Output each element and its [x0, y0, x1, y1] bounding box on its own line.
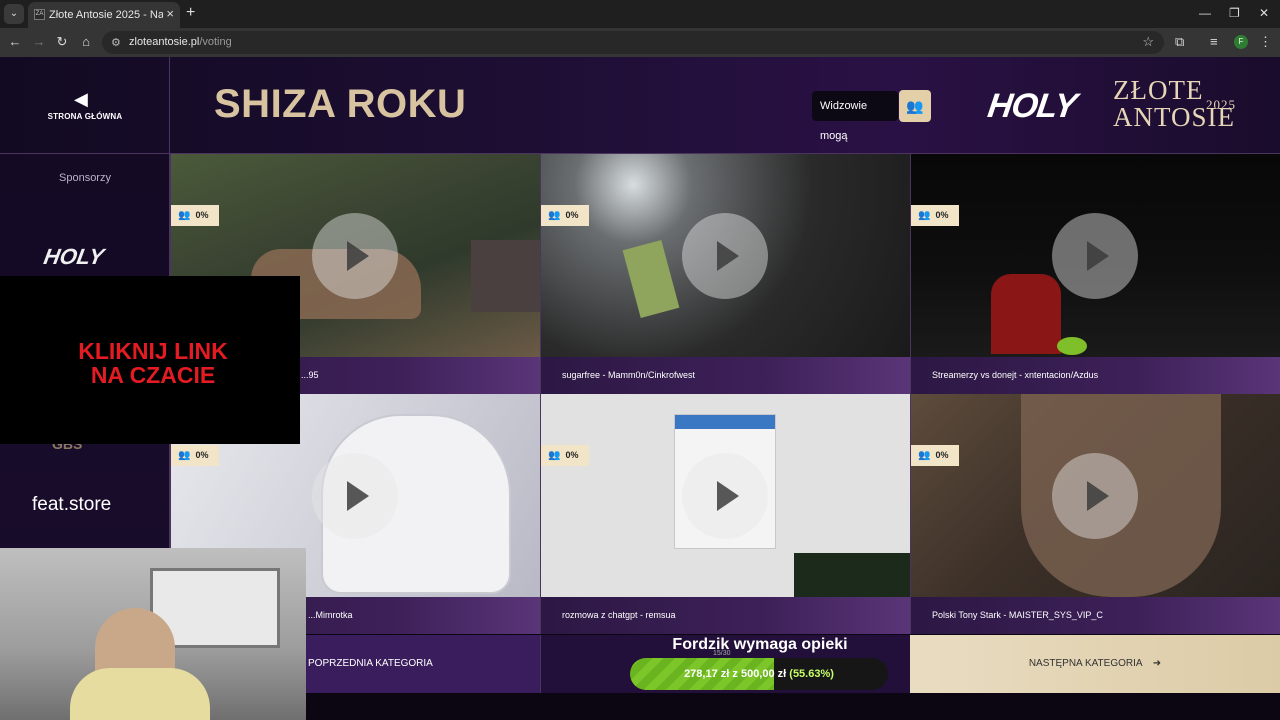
next-category-label: NASTĘPNA KATEGORIA	[1028, 658, 1142, 669]
vote-percent: 0%	[195, 210, 209, 220]
nominee-card[interactable]: 👥 0% sugarfree - Mamm0n/Cinkrofwest	[540, 154, 910, 394]
streamer-webcam-overlay	[0, 548, 306, 720]
donation-title: Fordzik wymaga opieki	[672, 636, 848, 653]
media-controls-icon[interactable]: ≡	[1210, 34, 1218, 49]
tab-title: Złote Antosie 2025 - Największ	[49, 9, 163, 21]
person-image	[991, 274, 1061, 354]
play-icon[interactable]	[1052, 453, 1138, 539]
viewers-label: Widzowie mogą	[812, 91, 898, 142]
zlote-antosie-logo: ZŁOTE ANTOSIE 2025	[1113, 77, 1235, 131]
users-icon: 👥	[548, 210, 561, 221]
back-icon[interactable]: ←	[6, 34, 24, 49]
profile-avatar[interactable]: F	[1234, 35, 1248, 49]
play-icon[interactable]	[682, 453, 768, 539]
nominee-caption[interactable]: rozmowa z chatgpt - remsua	[541, 597, 910, 634]
logo-year: 2025	[1206, 97, 1236, 112]
close-tab-icon[interactable]: ×	[166, 6, 174, 21]
home-back-label: STRONA GŁÓWNA	[47, 112, 123, 121]
streamer-cam-image	[471, 240, 540, 312]
vote-percent-badge: 👥 0%	[541, 205, 589, 226]
vote-percent: 0%	[935, 450, 949, 460]
arrow-left-icon: ◀	[74, 89, 88, 109]
category-title: SHIZA ROKU	[214, 82, 467, 126]
vote-percent-badge: 👥 0%	[171, 445, 219, 466]
vote-percent: 0%	[565, 210, 579, 220]
extensions-icon[interactable]: ⧉	[1175, 34, 1184, 50]
vote-percent: 0%	[195, 450, 209, 460]
browser-tab-bar: ⌄ ZA Złote Antosie 2025 - Największ × + …	[0, 0, 1280, 28]
nominee-caption[interactable]: sugarfree - Mamm0n/Cinkrofwest	[541, 357, 910, 394]
nominee-caption[interactable]: Polski Tony Stark - MAISTER_SYS_VIP_C	[911, 597, 1280, 634]
new-tab-icon[interactable]: +	[186, 4, 195, 22]
donation-goal: 500,00 zł	[740, 668, 787, 680]
promo-line1: KLIKNIJ LINK	[78, 338, 228, 364]
url-host: zloteantosie.pl	[129, 36, 200, 48]
donation-separator: z	[732, 668, 738, 680]
next-category-button[interactable]: NASTĘPNA KATEGORIA ➜	[910, 635, 1280, 693]
restore-icon[interactable]: ❐	[1229, 6, 1240, 20]
nominee-card[interactable]: 👥 0% Streamerzy vs donejt - xntentacion/A…	[910, 154, 1280, 394]
vote-percent-badge: 👥 0%	[541, 445, 589, 466]
minimize-icon[interactable]: —	[1199, 6, 1211, 20]
users-icon: 👥	[918, 210, 931, 221]
address-bar: ← → ↻ ⌂ ⚙ zloteantosie.pl/voting ☆ ⧉ ≡ ⋮	[0, 28, 1280, 57]
users-icon[interactable]: 👥	[899, 90, 931, 122]
vote-percent: 0%	[565, 450, 579, 460]
nominee-card[interactable]: 👥 0% Polski Tony Stark - MAISTER_SYS_VIP_…	[910, 394, 1280, 634]
users-icon: 👥	[548, 450, 561, 461]
streamer-shirt-image	[70, 668, 210, 720]
home-back-button[interactable]: ◀ STRONA GŁÓWNA	[0, 57, 170, 154]
users-icon: 👥	[178, 450, 191, 461]
reload-icon[interactable]: ↻	[53, 34, 71, 50]
vote-percent-badge: 👥 0%	[911, 445, 959, 466]
bookmark-star-icon[interactable]: ☆	[1142, 34, 1154, 50]
close-window-icon[interactable]: ✕	[1259, 6, 1269, 20]
users-icon: 👥	[918, 450, 931, 461]
url-field[interactable]: ⚙ zloteantosie.pl/voting ☆	[102, 31, 1164, 54]
donation-percent: (55.63%)	[789, 668, 834, 680]
holy-logo: HOLY	[985, 87, 1079, 125]
url-path: /voting	[199, 36, 232, 48]
vote-percent-badge: 👥 0%	[171, 205, 219, 226]
users-icon: 👥	[178, 210, 191, 221]
captcha-header-bar	[675, 415, 775, 429]
streamer-cam-image	[794, 553, 910, 597]
vote-percent: 0%	[935, 210, 949, 220]
site-info-icon[interactable]: ⚙	[111, 36, 121, 49]
promo-line2: NA CZACIE	[90, 362, 216, 388]
donation-counter: 15/30	[713, 650, 731, 657]
cup-image	[1057, 337, 1087, 355]
nominee-card[interactable]: 👥 0% rozmowa z chatgpt - remsua	[540, 394, 910, 634]
play-icon[interactable]	[312, 213, 398, 299]
nominee-caption[interactable]: Streamerzy vs donejt - xntentacion/Azdus	[911, 357, 1280, 394]
forward-icon[interactable]: →	[30, 34, 48, 49]
sponsors-label: Sponsorzy	[59, 172, 111, 184]
donation-current: 278,17 zł	[684, 668, 730, 680]
vote-percent-badge: 👥 0%	[911, 205, 959, 226]
donation-goal-overlay: Fordzik wymaga opieki 15/30 278,17 zł z …	[570, 633, 910, 695]
home-icon[interactable]: ⌂	[77, 34, 95, 49]
tab-search-icon[interactable]: ⌄	[4, 4, 24, 24]
play-icon[interactable]	[1052, 213, 1138, 299]
voting-page: ◀ STRONA GŁÓWNA SHIZA ROKU Widzowie mogą…	[0, 57, 1280, 720]
play-icon[interactable]	[312, 453, 398, 539]
arrow-right-icon: ➜	[1152, 658, 1162, 669]
stream-promo-overlay: KLIKNIJ LINK NA CZACIE	[0, 276, 300, 444]
sponsor-holy-logo[interactable]: HOLY	[42, 244, 106, 270]
donation-progress-bar: 278,17 zł z 500,00 zł (55.63%)	[630, 658, 888, 690]
can-image	[622, 240, 680, 318]
play-icon[interactable]	[682, 213, 768, 299]
donation-progress-text: 278,17 zł z 500,00 zł (55.63%)	[630, 658, 888, 690]
site-favicon-icon: ZA	[34, 9, 45, 20]
menu-icon[interactable]: ⋮	[1259, 34, 1272, 50]
page-header: ◀ STRONA GŁÓWNA SHIZA ROKU Widzowie mogą…	[0, 57, 1280, 154]
sponsor-feat-logo[interactable]: feat.store	[32, 494, 111, 516]
browser-tab[interactable]: ZA Złote Antosie 2025 - Największ ×	[28, 2, 180, 28]
